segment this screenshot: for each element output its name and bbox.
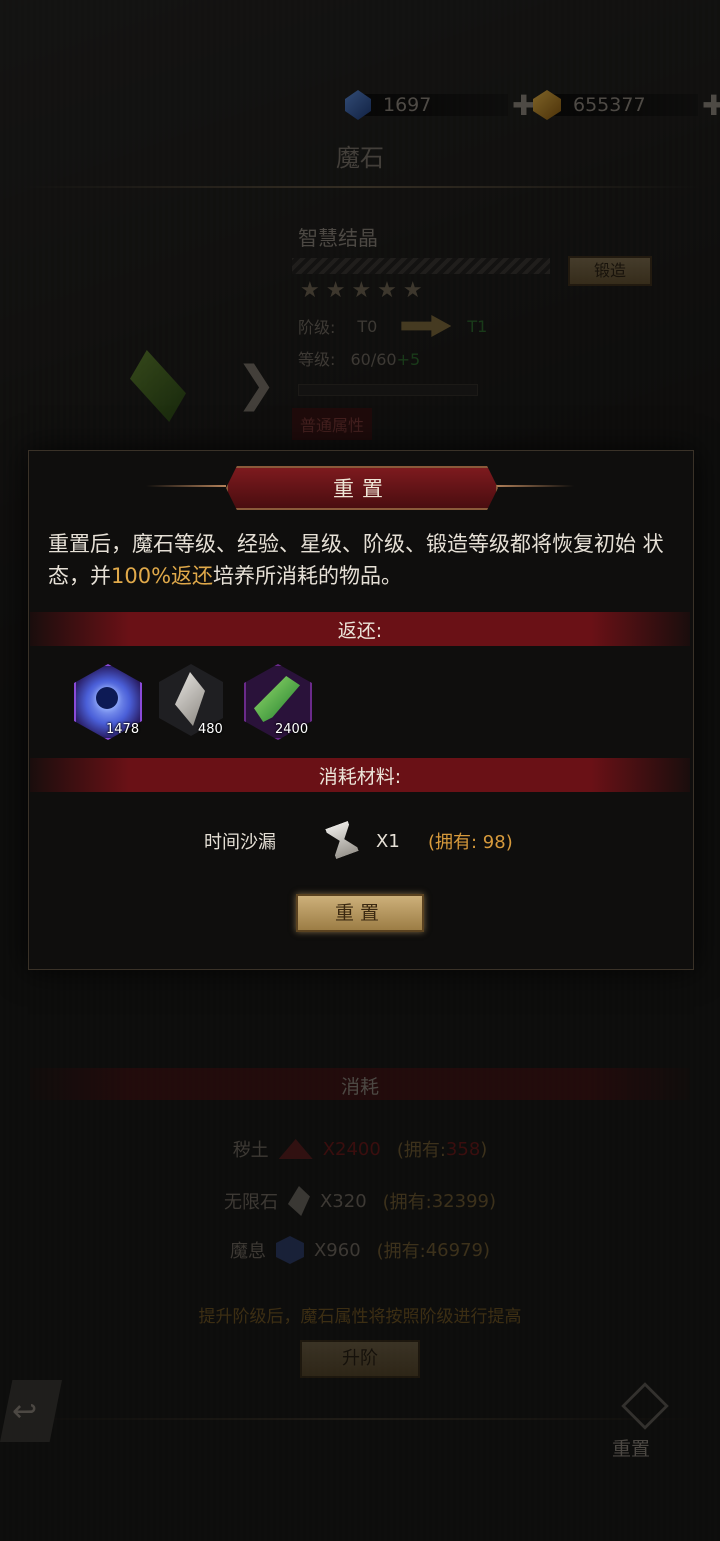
dialog-title: 重置 xyxy=(226,466,498,510)
confirm-reset-button[interactable]: 重置 xyxy=(296,894,424,932)
material-name: 时间沙漏 xyxy=(204,832,276,853)
cost-materials-label: 消耗材料: xyxy=(318,765,402,788)
material-own: (拥有: 98) xyxy=(428,832,513,853)
title-ornament-right xyxy=(494,485,574,487)
return-item-count: 480 xyxy=(198,722,223,737)
material-qty: X1 xyxy=(376,830,400,852)
cost-materials-header: 消耗材料: xyxy=(30,758,690,792)
return-header-label: 返还: xyxy=(337,619,383,642)
dialog-description: 重置后，魔石等级、经验、星级、阶级、锻造等级都将恢复初始 状态，并100%返还培… xyxy=(48,528,678,592)
return-item-count: 2400 xyxy=(275,722,309,737)
return-header: 返还: xyxy=(30,612,690,646)
blue-orb-icon xyxy=(96,687,118,709)
desc-highlight: 100%返还 xyxy=(111,564,214,588)
desc-text-end: 培养所消耗的物品。 xyxy=(213,564,403,588)
return-item-count: 1478 xyxy=(106,722,140,737)
title-ornament-left xyxy=(146,485,226,487)
